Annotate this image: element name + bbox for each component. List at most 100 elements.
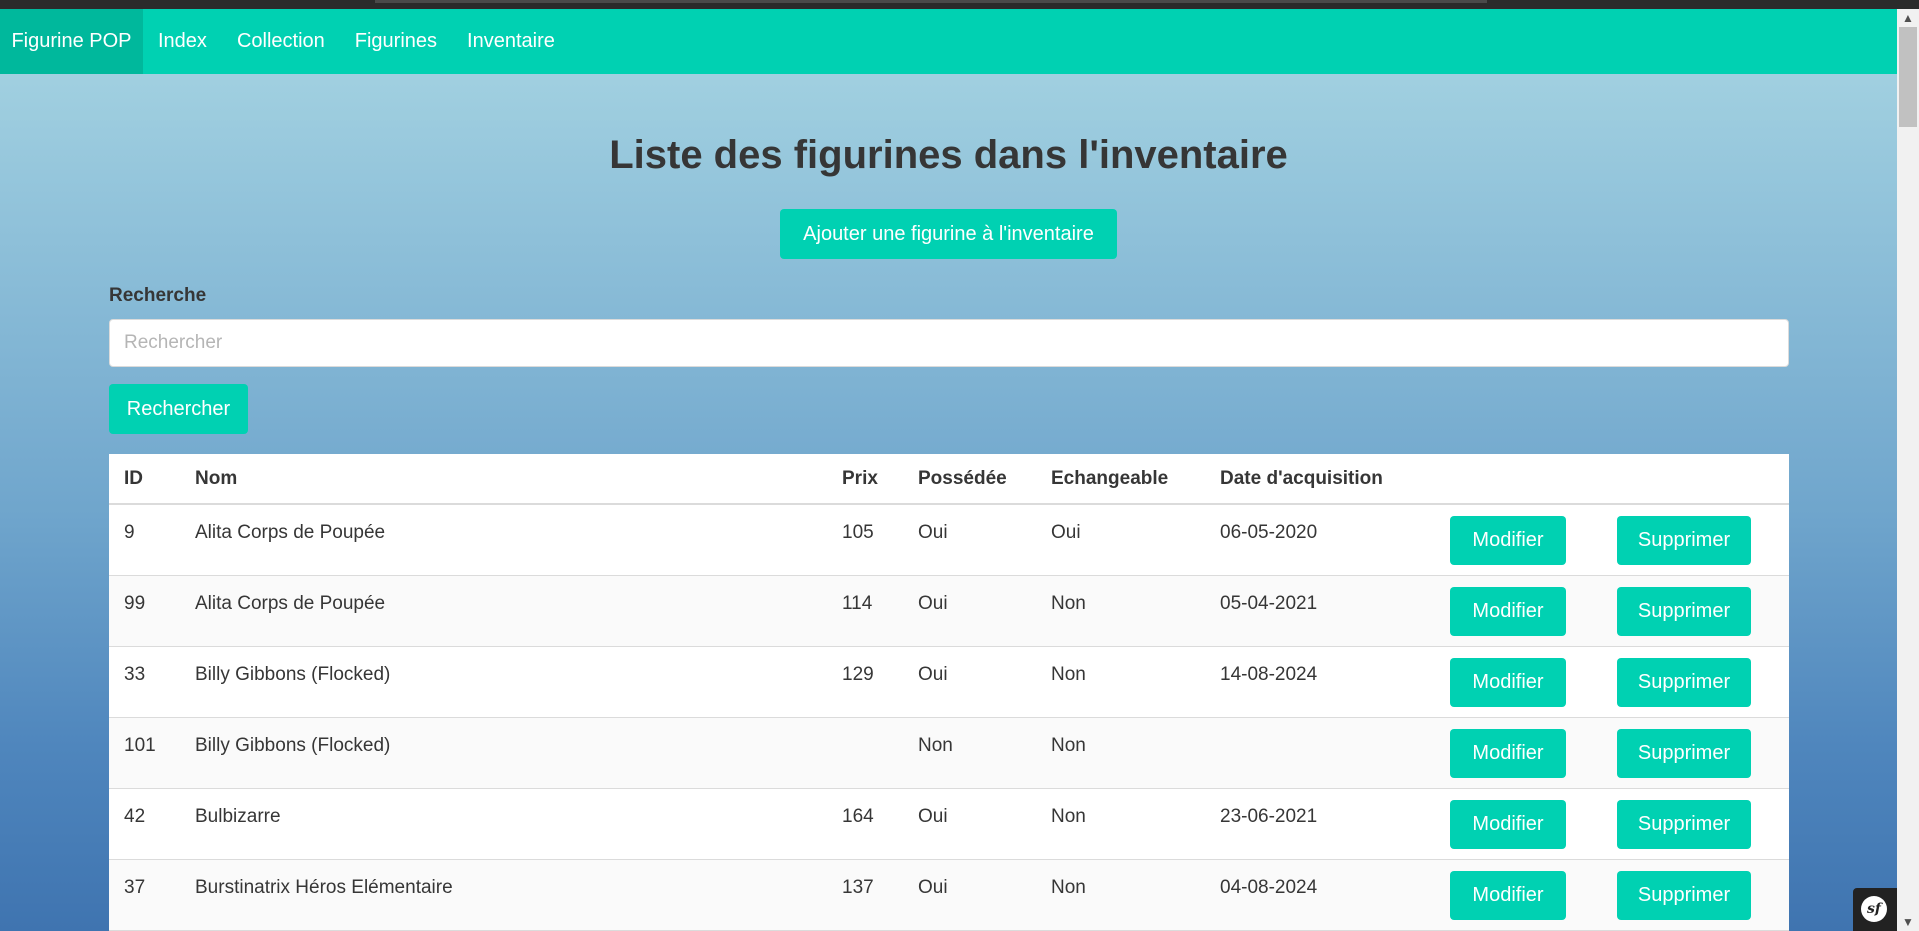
cell-echangeable: Non xyxy=(1036,646,1205,718)
cell-nom-text: Alita Corps de Poupée xyxy=(195,592,386,614)
cell-date-text: 23-06-2021 xyxy=(1220,805,1318,827)
cell-id-text: 33 xyxy=(124,663,146,685)
cell-echangeable: Non xyxy=(1036,717,1205,789)
page-viewport: Figurine POP Index Collection Figurines … xyxy=(0,9,1897,931)
table-header-row: ID Nom Prix Possédée Echangeable Date d'… xyxy=(109,454,1789,505)
delete-button[interactable]: Supprimer xyxy=(1617,870,1751,920)
cell-possedee: Oui xyxy=(903,646,1036,718)
table-row: 37 Burstinatrix Héros Elémentaire 137 Ou… xyxy=(109,859,1789,931)
cell-date: 06-05-2020 xyxy=(1205,504,1435,576)
nav-link-collection[interactable]: Collection xyxy=(222,9,340,74)
nav-link-figurines[interactable]: Figurines xyxy=(340,9,452,74)
cell-prix: 129 xyxy=(827,646,903,718)
cell-id: 101 xyxy=(109,717,180,789)
cell-date-text: 04-08-2024 xyxy=(1220,876,1318,898)
cell-echangeable-text: Oui xyxy=(1051,522,1081,543)
navbar-links: Index Collection Figurines Inventaire xyxy=(143,9,570,74)
page-scrollbar[interactable]: ▲ ▼ xyxy=(1897,9,1919,931)
modify-button[interactable]: Modifier xyxy=(1450,799,1566,849)
navbar-brand[interactable]: Figurine POP xyxy=(0,9,143,74)
symfony-logo-icon: sf xyxy=(1861,896,1887,922)
cell-id-text: 9 xyxy=(124,522,135,543)
nav-link-inventaire[interactable]: Inventaire xyxy=(452,9,570,74)
cell-id: 99 xyxy=(109,575,180,647)
cell-id: 33 xyxy=(109,646,180,718)
cell-possedee-text: Oui xyxy=(918,522,948,543)
cell-nom: Burstinatrix Héros Elémentaire xyxy=(180,859,827,931)
cell-possedee: Oui xyxy=(903,859,1036,931)
cell-echangeable-text: Non xyxy=(1051,663,1086,685)
cell-delete: Supprimer xyxy=(1602,859,1789,931)
cell-nom-text: Billy Gibbons (Flocked) xyxy=(195,663,391,685)
table-row: 33 Billy Gibbons (Flocked) 129 Oui Non 1… xyxy=(109,646,1789,718)
cell-nom: Billy Gibbons (Flocked) xyxy=(180,717,827,789)
modify-button[interactable]: Modifier xyxy=(1450,870,1566,920)
cell-delete: Supprimer xyxy=(1602,646,1789,718)
browser-top-bar xyxy=(375,0,1487,3)
header-nom: Nom xyxy=(180,454,827,505)
modify-button[interactable]: Modifier xyxy=(1450,586,1566,636)
cell-id: 37 xyxy=(109,859,180,931)
cell-nom: Alita Corps de Poupée xyxy=(180,504,827,576)
cell-prix-text xyxy=(842,718,888,735)
cell-delete: Supprimer xyxy=(1602,575,1789,647)
browser-top-strip xyxy=(0,0,1919,9)
cell-prix-text: 164 xyxy=(842,805,874,827)
cell-prix: 114 xyxy=(827,575,903,647)
search-label: Recherche xyxy=(109,285,207,306)
cell-id-text: 42 xyxy=(124,805,146,827)
cell-prix xyxy=(827,717,903,789)
delete-button[interactable]: Supprimer xyxy=(1617,516,1751,565)
cell-prix-text: 137 xyxy=(842,876,874,898)
scrollbar-thumb[interactable] xyxy=(1899,27,1917,127)
header-prix: Prix xyxy=(827,454,903,505)
delete-button[interactable]: Supprimer xyxy=(1617,586,1751,636)
cell-delete: Supprimer xyxy=(1602,788,1789,860)
delete-button[interactable]: Supprimer xyxy=(1617,799,1751,849)
cell-modify: Modifier xyxy=(1435,788,1602,860)
cell-date-text: 06-05-2020 xyxy=(1220,522,1318,543)
modify-button[interactable]: Modifier xyxy=(1450,516,1566,565)
cell-modify: Modifier xyxy=(1435,717,1602,789)
cell-prix-text: 105 xyxy=(842,522,874,543)
symfony-debug-toolbar[interactable]: sf xyxy=(1853,888,1897,931)
scroll-up-arrow-icon[interactable]: ▲ xyxy=(1897,9,1919,27)
cell-nom-text: Billy Gibbons (Flocked) xyxy=(195,734,391,756)
search-input[interactable] xyxy=(109,319,1789,367)
cell-nom: Bulbizarre xyxy=(180,788,827,860)
header-possedee: Possédée xyxy=(903,454,1036,505)
cell-date-text xyxy=(1220,718,1420,735)
modify-button[interactable]: Modifier xyxy=(1450,657,1566,707)
cell-nom: Billy Gibbons (Flocked) xyxy=(180,646,827,718)
nav-link-index[interactable]: Index xyxy=(143,9,222,74)
scroll-down-arrow-icon[interactable]: ▼ xyxy=(1897,913,1919,931)
cell-echangeable: Non xyxy=(1036,575,1205,647)
cell-nom-text: Bulbizarre xyxy=(195,805,281,827)
cell-prix-text: 114 xyxy=(842,592,873,614)
cell-id: 9 xyxy=(109,504,180,576)
cell-prix: 137 xyxy=(827,859,903,931)
delete-button[interactable]: Supprimer xyxy=(1617,728,1751,778)
cell-echangeable: Oui xyxy=(1036,504,1205,576)
table-row: 99 Alita Corps de Poupée 114 Oui Non 05-… xyxy=(109,575,1789,647)
cell-delete: Supprimer xyxy=(1602,504,1789,576)
cell-possedee: Oui xyxy=(903,575,1036,647)
table-row: 42 Bulbizarre 164 Oui Non 23-06-2021 Mod… xyxy=(109,788,1789,860)
cell-possedee-text: Oui xyxy=(918,663,948,685)
cell-possedee-text: Oui xyxy=(918,592,948,614)
cell-id-text: 101 xyxy=(124,734,156,756)
cell-possedee-text: Oui xyxy=(918,876,948,898)
cell-echangeable: Non xyxy=(1036,788,1205,860)
cell-date: 04-08-2024 xyxy=(1205,859,1435,931)
cell-nom-text: Burstinatrix Héros Elémentaire xyxy=(195,876,453,898)
cell-date: 14-08-2024 xyxy=(1205,646,1435,718)
search-button[interactable]: Rechercher xyxy=(109,384,248,434)
cell-echangeable-text: Non xyxy=(1051,592,1086,614)
navbar: Figurine POP Index Collection Figurines … xyxy=(0,9,1897,74)
cell-date: 05-04-2021 xyxy=(1205,575,1435,647)
cell-modify: Modifier xyxy=(1435,646,1602,718)
modify-button[interactable]: Modifier xyxy=(1450,728,1566,778)
cell-possedee: Non xyxy=(903,717,1036,789)
add-figurine-button[interactable]: Ajouter une figurine à l'inventaire xyxy=(780,209,1117,259)
delete-button[interactable]: Supprimer xyxy=(1617,657,1751,707)
